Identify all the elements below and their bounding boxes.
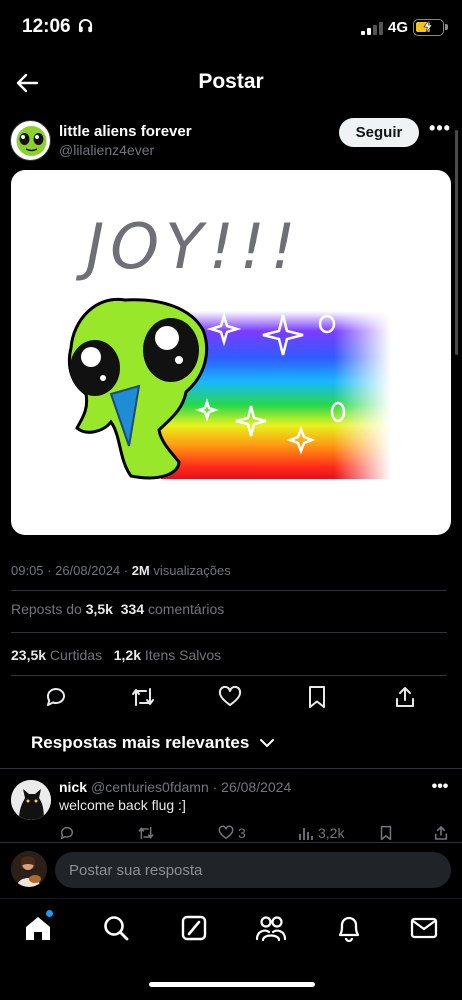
saves-label: Itens Salvos — [141, 647, 222, 663]
bookmark-button[interactable] — [303, 683, 331, 711]
reply-input[interactable]: Postar sua resposta — [55, 852, 451, 888]
views-label: visualizações — [149, 563, 231, 578]
repost-icon — [132, 688, 154, 706]
reposts-label: Reposts do — [11, 601, 86, 617]
repost-icon — [138, 826, 154, 840]
user-avatar[interactable] — [11, 851, 47, 887]
reply-avatar[interactable] — [11, 780, 51, 820]
battery-icon — [413, 19, 448, 36]
grok-icon — [181, 915, 207, 941]
tab-communities[interactable] — [253, 910, 289, 946]
like-button[interactable] — [216, 683, 244, 711]
reply-button[interactable] — [42, 683, 70, 711]
headphones-icon — [78, 19, 92, 33]
joy-text: JOY!!! — [75, 210, 302, 283]
status-time: 12:06 — [22, 16, 93, 38]
author-handle[interactable]: @lilalienz4ever — [59, 142, 154, 158]
author-name[interactable]: little aliens forever — [59, 123, 192, 140]
analytics-icon — [299, 828, 313, 840]
communities-icon — [255, 916, 287, 942]
share-button[interactable] — [391, 683, 419, 711]
reposts-count: 3,5k — [85, 601, 113, 617]
share-icon — [434, 826, 448, 840]
home-icon — [26, 917, 50, 940]
comments-label: comentários — [144, 601, 225, 617]
signal-icon — [361, 22, 383, 35]
comment-icon — [46, 688, 65, 706]
page-title: Postar — [198, 70, 264, 93]
alien-avatar-icon — [16, 126, 47, 156]
reply-more-button[interactable]: ••• — [428, 778, 452, 796]
divider — [11, 675, 447, 676]
notification-dot — [45, 909, 54, 918]
reply-comment-button[interactable] — [59, 824, 75, 842]
reply-like-count: 3 — [238, 825, 246, 841]
reply-share-button[interactable] — [433, 824, 449, 842]
bookmark-icon — [309, 686, 325, 708]
reply-author-name[interactable]: nick — [59, 779, 87, 795]
reply-header: nick @centuries0fdamn · 26/08/2024 — [59, 779, 291, 795]
tab-messages[interactable] — [406, 910, 442, 946]
search-icon — [104, 916, 129, 941]
reply-like-button[interactable]: 3 — [218, 824, 246, 842]
heart-icon — [218, 825, 234, 840]
author-avatar[interactable] — [10, 120, 51, 161]
tab-grok[interactable] — [176, 910, 212, 946]
status-time-text: 12:06 — [22, 16, 71, 37]
reply-views-count: 3,2k — [318, 825, 345, 841]
heart-icon — [218, 685, 242, 706]
divider — [0, 768, 462, 769]
mail-icon — [410, 917, 438, 939]
comments-count: 334 — [120, 601, 145, 617]
repost-button[interactable] — [129, 683, 157, 711]
reply-text: welcome back flug :] — [59, 797, 186, 813]
replies-sort-dropdown[interactable]: Respostas mais relevantes — [31, 733, 275, 753]
post-meta: 09:05 · 26/08/2024 · 2M visualizações — [11, 563, 231, 578]
post-timestamp: 09:05 · 26/08/2024 · — [11, 563, 132, 578]
reply-bookmark-button[interactable] — [379, 824, 393, 842]
bell-icon — [338, 916, 360, 942]
comment-icon — [60, 826, 74, 840]
saves-count: 1,2k — [113, 647, 141, 663]
like-save-stats[interactable]: 23,5k Curtidas 1,2k Itens Salvos — [11, 647, 221, 663]
share-icon — [396, 687, 414, 707]
reply-views-button[interactable]: 3,2k — [298, 824, 344, 842]
post-image[interactable]: JOY!!! — [11, 170, 451, 535]
reply-repost-button[interactable] — [137, 824, 155, 842]
home-indicator[interactable] — [149, 982, 315, 987]
likes-count: 23,5k — [11, 647, 47, 663]
reply-handle-date[interactable]: @centuries0fdamn · 26/08/2024 — [91, 779, 291, 795]
views-count: 2M — [131, 563, 150, 578]
bookmark-icon — [380, 825, 392, 841]
chevron-down-icon — [260, 739, 275, 748]
joy-alien-drawing: JOY!!! — [67, 210, 391, 480]
likes-label: Curtidas — [46, 647, 103, 663]
replies-sort-label: Respostas mais relevantes — [31, 733, 250, 752]
divider — [11, 632, 447, 633]
scrollbar[interactable] — [455, 130, 458, 355]
follow-button[interactable]: Seguir — [339, 118, 419, 147]
tab-search[interactable] — [98, 910, 134, 946]
more-options-button[interactable]: ••• — [428, 118, 452, 144]
divider — [11, 590, 447, 591]
network-label: 4G — [388, 19, 409, 36]
user-avatar-icon — [11, 851, 47, 887]
repost-comment-stats[interactable]: Reposts do 3,5k 334 comentários — [11, 601, 224, 617]
cat-avatar-icon — [11, 780, 51, 820]
tab-notifications[interactable] — [331, 910, 367, 946]
